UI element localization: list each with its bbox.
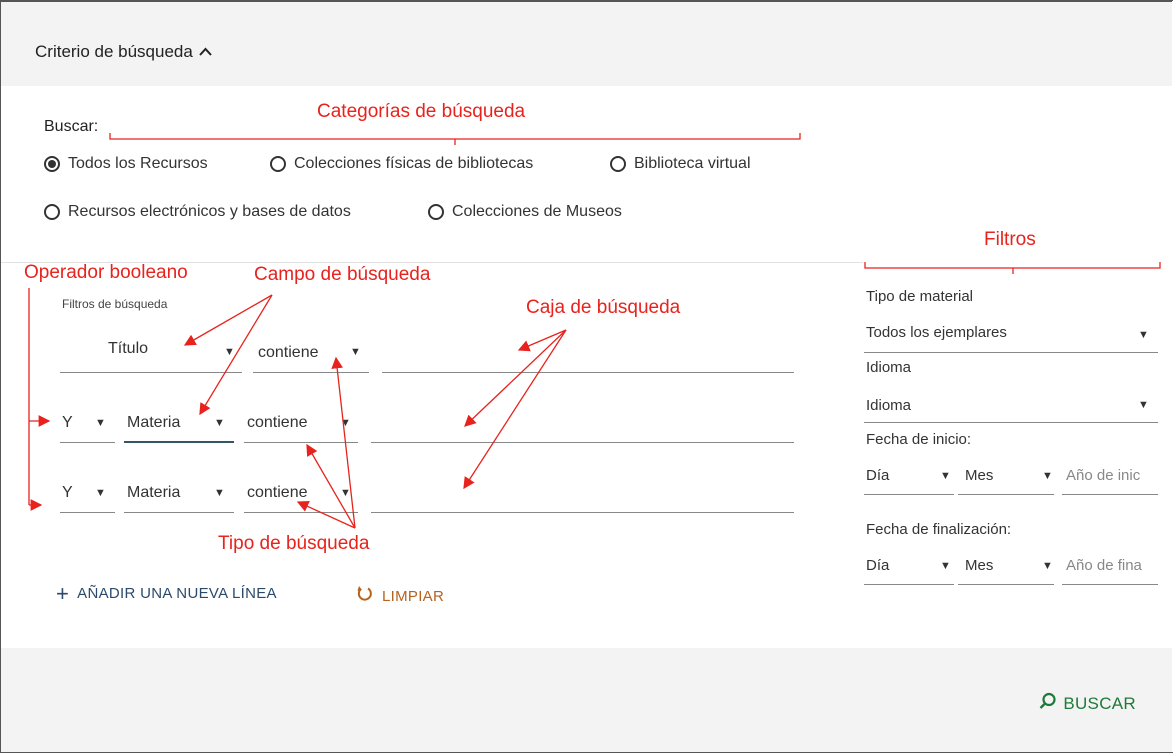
annotation-field: Campo de búsqueda bbox=[254, 264, 431, 285]
annotation-boolean: Operador booleano bbox=[24, 262, 188, 283]
annotation-categories: Categorías de búsqueda bbox=[317, 101, 526, 122]
annotation-arrows bbox=[28, 133, 1161, 529]
annotation-filters: Filtros bbox=[984, 229, 1036, 250]
annotation-box: Caja de búsqueda bbox=[526, 297, 681, 318]
annotation-type: Tipo de búsqueda bbox=[218, 533, 370, 554]
